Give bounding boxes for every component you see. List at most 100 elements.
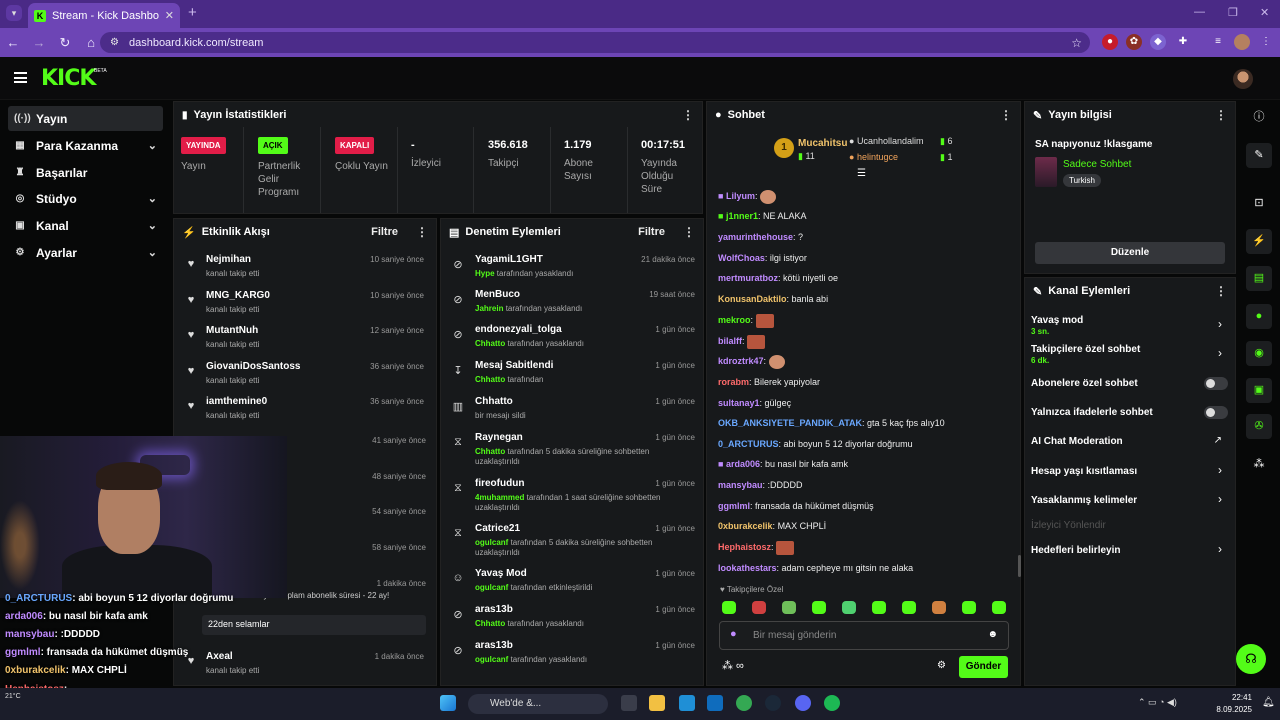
quick-emote-icon[interactable]	[842, 601, 856, 614]
quick-emote-icon[interactable]	[962, 601, 976, 614]
reading-list-icon[interactable]: ≡	[1210, 34, 1226, 50]
kick-logo[interactable]: KICK	[41, 66, 96, 91]
chat-username[interactable]: sultanay1	[718, 398, 760, 408]
more-options-icon[interactable]: ⋮	[1000, 108, 1012, 122]
chat-username[interactable]: bilalff	[718, 336, 742, 346]
chat-username[interactable]: mansybau	[718, 480, 763, 490]
notification-icon[interactable]: 🔔︎	[1262, 697, 1275, 708]
goals-item[interactable]: Hedefleri belirleyin	[1031, 545, 1120, 556]
quick-emote-icon[interactable]	[932, 601, 946, 614]
moderator-name[interactable]: Chhatto	[475, 619, 505, 628]
quick-emote-icon[interactable]	[902, 601, 916, 614]
chat-input[interactable]: ● Bir mesaj gönderin ☻	[719, 621, 1009, 650]
chat-username[interactable]: Lilyum	[726, 191, 755, 201]
more-options-icon[interactable]: ⋮	[416, 225, 428, 239]
extension-icon[interactable]: ✿	[1126, 34, 1142, 50]
moderator-name[interactable]: ogulcanf	[475, 583, 508, 592]
clock-time[interactable]: 22:41	[1218, 693, 1252, 702]
sidebar-item-para-kazanma[interactable]: ▦ Para Kazanma ⌄	[8, 133, 163, 158]
broadcast-icon[interactable]: ◉	[1246, 341, 1272, 366]
chat-username[interactable]: kdroztrk47	[718, 356, 764, 366]
gifter-name[interactable]: helintugce	[857, 152, 898, 162]
chat-username[interactable]: Hephaistosz	[718, 542, 771, 552]
more-options-icon[interactable]: ⋮	[683, 225, 695, 239]
sidebar-item-basarilar[interactable]: ♜ Başarılar	[8, 160, 163, 185]
chevron-right-icon[interactable]: ›	[1218, 346, 1222, 360]
support-headset-icon[interactable]: ☊	[1236, 644, 1266, 674]
moderator-name[interactable]: Chhatto	[475, 375, 505, 384]
back-icon[interactable]: ←	[0, 35, 26, 50]
browser-menu-icon[interactable]: ⋮	[1258, 34, 1274, 50]
moderation-target[interactable]: Chhatto	[475, 396, 513, 407]
moderator-name[interactable]: 4muhammed	[475, 493, 524, 502]
site-info-icon[interactable]: ⚙	[110, 37, 119, 48]
moderation-target[interactable]: aras13b	[475, 640, 513, 651]
tray-icons[interactable]: ⌃ ▭ ◔ ◀)	[1138, 697, 1177, 708]
chat-username[interactable]: OKB_ANKSIYETE_PANDIK_ATAK	[718, 418, 862, 428]
activity-name[interactable]: MutantNuh	[206, 325, 258, 336]
moderator-name[interactable]: Hype	[475, 269, 495, 278]
edit-layout-icon[interactable]: ✎	[1246, 143, 1272, 168]
activity-name[interactable]: MNG_KARG0	[206, 290, 270, 301]
community-icon[interactable]: ⁂	[1246, 452, 1272, 477]
gifter-name[interactable]: Ucanhollandalim	[857, 136, 924, 146]
bookmark-star-icon[interactable]: ☆	[1071, 36, 1082, 50]
more-options-icon[interactable]: ⋮	[1215, 284, 1227, 298]
more-options-icon[interactable]: ⋮	[682, 108, 694, 122]
subs-only-toggle[interactable]	[1204, 377, 1228, 390]
slow-mode-item[interactable]: Yavaş mod 3 sn.	[1031, 315, 1083, 336]
activity-name[interactable]: Nejmihan	[206, 254, 251, 265]
close-tab-icon[interactable]: ✕	[165, 9, 174, 22]
reload-icon[interactable]: ↻	[52, 35, 78, 51]
discord-icon[interactable]	[795, 695, 811, 711]
category-name[interactable]: Sadece Sohbet	[1063, 159, 1131, 170]
chat-username[interactable]: mekroo	[718, 315, 751, 325]
url-field[interactable]: ⚙ dashboard.kick.com/stream ☆	[100, 32, 1090, 53]
clock-date[interactable]: 8.09.2025	[1204, 705, 1252, 714]
quick-emote-icon[interactable]	[992, 601, 1006, 614]
tab-search-button[interactable]: ▾	[6, 5, 22, 21]
moderator-name[interactable]: Chhatto	[475, 447, 505, 456]
chat-username[interactable]: mertmuratboz	[718, 273, 778, 283]
minimize-icon[interactable]: —	[1194, 6, 1205, 18]
wrench-icon[interactable]: ✇	[1246, 414, 1272, 439]
ai-moderation-item[interactable]: AI Chat Moderation	[1031, 436, 1123, 447]
quick-emote-icon[interactable]	[722, 601, 736, 614]
user-avatar[interactable]	[1233, 69, 1253, 89]
moderation-target[interactable]: Yavaş Mod	[475, 568, 527, 579]
chevron-right-icon[interactable]: ›	[1218, 463, 1222, 477]
followers-only-item[interactable]: Takipçilere özel sohbet 6 dk.	[1031, 344, 1140, 365]
sidebar-item-studyo[interactable]: ◎ Stüdyo ⌄	[8, 186, 163, 211]
maximize-icon[interactable]: ❐	[1228, 6, 1238, 19]
notes-icon[interactable]: ▤	[1246, 266, 1272, 291]
moderation-target[interactable]: endonezyali_tolga	[475, 324, 562, 335]
chevron-right-icon[interactable]: ›	[1218, 317, 1222, 331]
chat-username[interactable]: arda006	[726, 459, 760, 469]
outlook-icon[interactable]	[707, 695, 723, 711]
send-button[interactable]: Gönder	[959, 656, 1008, 678]
extension-icon[interactable]: ◆	[1150, 34, 1166, 50]
activity-name[interactable]: Axeal	[206, 651, 233, 662]
mic-icon[interactable]: ●	[730, 628, 737, 640]
moderation-target[interactable]: Raynegan	[475, 432, 523, 443]
quick-action-icon[interactable]: ⚡	[1246, 229, 1272, 254]
sidebar-item-ayarlar[interactable]: ⚙ Ayarlar ⌄	[8, 240, 163, 265]
windows-start-icon[interactable]	[440, 695, 456, 711]
category-thumbnail[interactable]	[1035, 157, 1057, 187]
chat-username[interactable]: 0xburakcelik	[718, 521, 773, 531]
emotes-only-toggle[interactable]	[1204, 406, 1228, 419]
community-icon[interactable]: ⁂ ∞	[722, 659, 744, 672]
sidebar-item-kanal[interactable]: ▣ Kanal ⌄	[8, 213, 163, 238]
more-options-icon[interactable]: ⋮	[1215, 108, 1227, 122]
quick-emote-icon[interactable]	[752, 601, 766, 614]
profile-avatar[interactable]	[1234, 34, 1250, 50]
quick-emote-icon[interactable]	[812, 601, 826, 614]
new-tab-button[interactable]: +	[188, 4, 197, 21]
layout-icon[interactable]: ▣	[1246, 378, 1272, 403]
edit-button[interactable]: Düzenle	[1035, 242, 1225, 264]
moderation-target[interactable]: Catrice21	[475, 523, 520, 534]
moderation-target[interactable]: aras13b	[475, 604, 513, 615]
steam-icon[interactable]	[765, 695, 781, 711]
filter-button[interactable]: Filtre	[371, 226, 398, 238]
chevron-right-icon[interactable]: ›	[1218, 542, 1222, 556]
